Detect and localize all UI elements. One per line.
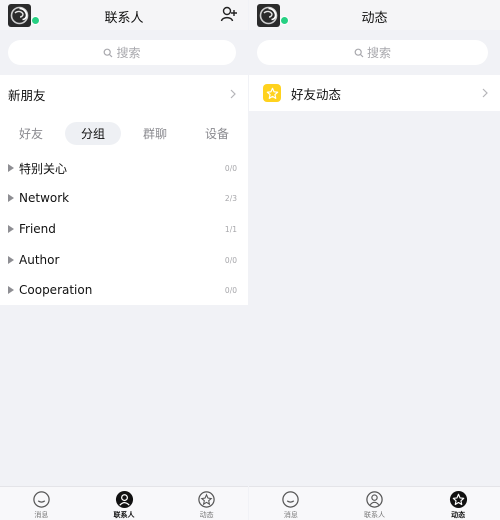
search-input[interactable]: 搜索 — [8, 40, 236, 65]
group-name: Author — [19, 253, 60, 267]
nav-contacts[interactable]: 联系人 — [333, 487, 417, 520]
contacts-screen: 联系人 搜索 新朋友 好友 分组 群聊 设备 特别关心 0/0 Network … — [0, 0, 248, 520]
group-name: 特别关心 — [19, 161, 68, 176]
nav-feeds[interactable]: 动态 — [165, 487, 248, 520]
chevron-right-icon — [230, 89, 236, 99]
new-friends-label: 新朋友 — [8, 87, 46, 103]
page-title: 动态 — [361, 11, 388, 26]
search-input[interactable]: 搜索 — [257, 40, 488, 65]
nav-messages[interactable]: 消息 — [249, 487, 333, 520]
contacts-icon — [366, 491, 383, 508]
star-icon — [263, 84, 281, 102]
group-count: 0/0 — [224, 163, 237, 173]
nav-messages[interactable]: 消息 — [0, 487, 83, 520]
contacts-icon — [115, 490, 133, 509]
message-icon — [282, 491, 300, 508]
expand-arrow-icon — [8, 286, 14, 294]
search-placeholder: 搜索 — [366, 46, 391, 60]
contact-tabs: 好友 分组 群聊 设备 — [0, 121, 248, 145]
nav-contacts[interactable]: 联系人 — [83, 487, 166, 520]
new-friends-row[interactable]: 新朋友 — [0, 80, 248, 108]
group-row[interactable]: Friend 1/1 — [0, 218, 248, 240]
chevron-right-icon — [482, 88, 488, 98]
expand-arrow-icon — [8, 194, 14, 202]
page-title: 联系人 — [104, 11, 144, 26]
tab-group-chats[interactable]: 群聊 — [127, 122, 183, 145]
header: 联系人 — [0, 0, 248, 30]
group-count: 1/1 — [224, 224, 237, 234]
feed-label: 好友动态 — [291, 86, 342, 102]
tab-groups[interactable]: 分组 — [65, 121, 121, 145]
nav-label: 动态 — [199, 511, 214, 519]
nav-label: 消息 — [34, 511, 49, 519]
tab-devices[interactable]: 设备 — [189, 122, 245, 145]
search-icon — [354, 48, 364, 57]
search-placeholder: 搜索 — [116, 46, 141, 60]
friends-feed-row[interactable]: 好友动态 — [249, 75, 500, 111]
bottom-nav: 消息 联系人 动态 — [0, 486, 248, 520]
header: 动态 — [249, 0, 500, 30]
expand-arrow-icon — [8, 225, 14, 233]
nav-feeds[interactable]: 动态 — [416, 487, 500, 520]
bottom-nav: 消息 联系人 动态 — [249, 486, 500, 520]
group-name: Network — [19, 191, 70, 205]
group-count: 0/0 — [224, 255, 237, 265]
feeds-screen: 动态 搜索 好友动态 消息 联系人 动态 — [249, 0, 500, 520]
tab-friends[interactable]: 好友 — [3, 122, 59, 145]
group-count: 2/3 — [224, 193, 237, 203]
nav-label: 联系人 — [364, 511, 385, 519]
group-row[interactable]: 特别关心 0/0 — [0, 157, 248, 179]
message-icon — [33, 491, 50, 508]
search-icon — [104, 48, 113, 57]
expand-arrow-icon — [8, 256, 14, 264]
nav-label: 消息 — [283, 511, 298, 519]
group-name: Friend — [19, 222, 56, 236]
star-icon — [449, 490, 467, 509]
group-row[interactable]: Cooperation 0/0 — [0, 279, 248, 301]
group-name: Cooperation — [19, 283, 93, 297]
nav-label: 动态 — [451, 511, 466, 519]
nav-label: 联系人 — [113, 511, 135, 519]
expand-arrow-icon — [8, 164, 14, 172]
star-icon — [198, 491, 215, 508]
group-row[interactable]: Network 2/3 — [0, 187, 248, 209]
group-row[interactable]: Author 0/0 — [0, 249, 248, 271]
group-count: 0/0 — [224, 285, 237, 295]
add-contact-icon[interactable] — [220, 5, 238, 23]
